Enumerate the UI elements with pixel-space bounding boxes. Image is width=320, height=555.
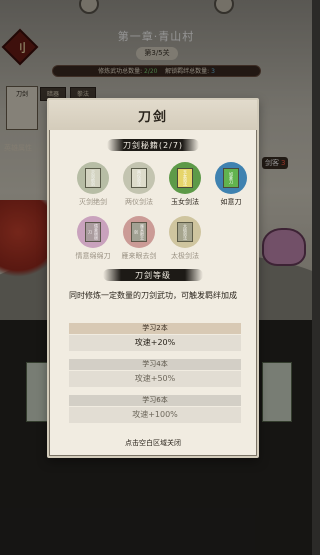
book-name-5: 情意绵绵刀 — [75, 252, 111, 260]
tier-3-bonus: 攻速+100% — [69, 407, 241, 423]
book-icon-3[interactable]: 玉女剑法 — [169, 162, 201, 194]
tier-1-requirement: 学习2本 — [69, 323, 241, 334]
book-icon-4[interactable]: 如意刀 — [215, 162, 247, 194]
tier-3-requirement: 学习6本 — [69, 395, 241, 406]
tier-2-requirement: 学习4本 — [69, 359, 241, 370]
book-icon-1[interactable]: 灭剑绝剑 — [77, 162, 109, 194]
book-name-7: 太极剑法 — [171, 252, 199, 260]
book-cover-1: 灭剑绝剑 — [85, 168, 101, 188]
books-header: 刀剑秘籍(2/7) — [122, 141, 184, 150]
close-hint[interactable]: 点击空白区域关闭 — [49, 438, 257, 448]
book-name-2: 两仪剑法 — [125, 198, 153, 206]
level-header: 刀剑等级 — [135, 271, 171, 280]
book-name-6: 雁来眼去剑 — [121, 252, 157, 260]
book-icon-6[interactable]: 雁来眼去剑 — [123, 216, 155, 248]
book-icon-5[interactable]: 情意绵绵刀 — [77, 216, 109, 248]
sword-bond-dialog: 刀剑 刀剑秘籍(2/7) 灭剑绝剑 灭剑绝剑 两仪剑法 两仪剑法 玉女剑法 玉女剑法 如意刀… — [47, 98, 259, 458]
book-cover-6: 雁来眼去剑 — [131, 222, 147, 242]
tier-1-bonus: 攻速+20% — [69, 335, 241, 351]
book-icon-2[interactable]: 两仪剑法 — [123, 162, 155, 194]
book-cover-4: 如意刀 — [223, 168, 239, 188]
bond-description: 同时修炼一定数量的刀剑武功，可触发羁绊加成 — [69, 291, 237, 300]
book-icon-7[interactable]: 太极剑法 — [169, 216, 201, 248]
book-cover-7: 太极剑法 — [177, 222, 193, 242]
book-cover-2: 两仪剑法 — [131, 168, 147, 188]
book-name-4: 如意刀 — [220, 198, 242, 206]
book-cover-5: 情意绵绵刀 — [85, 222, 101, 242]
book-name-3: 玉女剑法 — [171, 198, 199, 206]
tier-2-bonus: 攻速+50% — [69, 371, 241, 387]
book-cover-3: 玉女剑法 — [177, 168, 193, 188]
dialog-title: 刀剑 — [137, 110, 168, 125]
book-name-1: 灭剑绝剑 — [79, 198, 107, 206]
dialog-header: 刀剑 — [49, 100, 257, 130]
